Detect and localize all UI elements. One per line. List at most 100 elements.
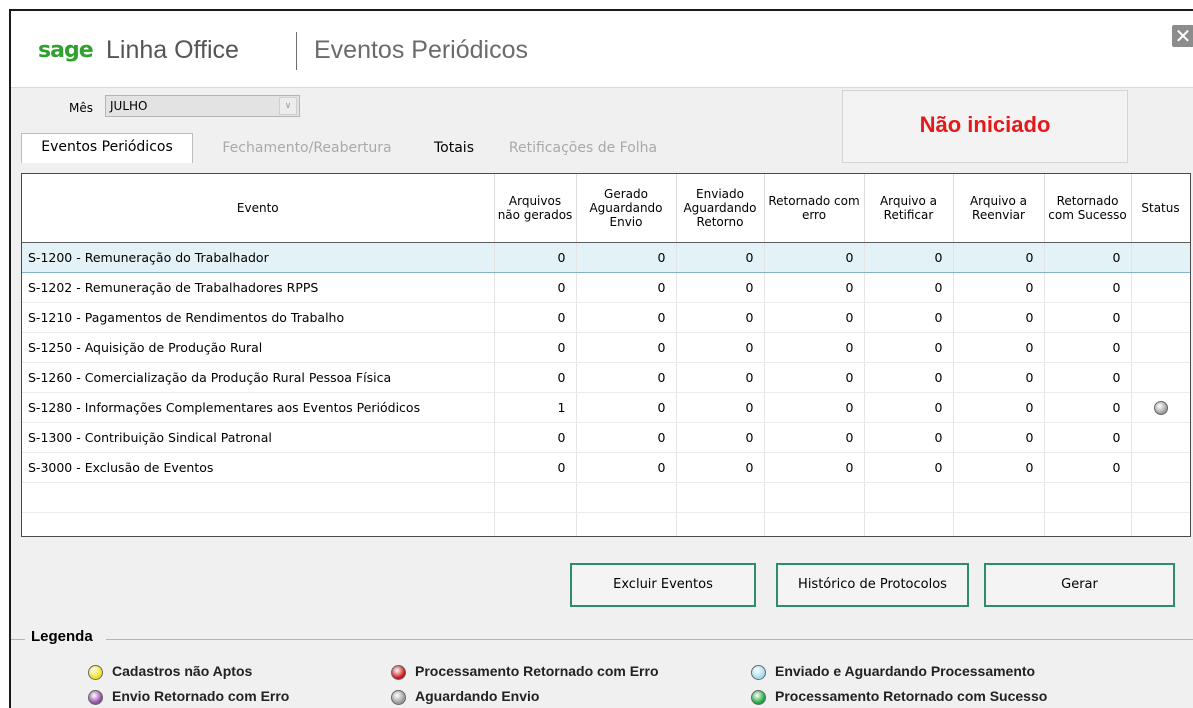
count-cell[interactable]: 0 — [676, 332, 765, 363]
count-cell[interactable]: 0 — [576, 362, 677, 393]
evento-cell[interactable]: S-1260 - Comercialização da Produção Rur… — [22, 362, 495, 393]
status-cell[interactable] — [1131, 332, 1190, 363]
table-row[interactable]: S-1210 - Pagamentos de Rendimentos do Tr… — [22, 302, 1190, 333]
count-cell[interactable]: 0 — [864, 242, 954, 273]
count-cell[interactable]: 0 — [764, 452, 865, 483]
count-cell[interactable]: 0 — [953, 332, 1045, 363]
status-cell[interactable] — [1131, 362, 1190, 393]
count-cell[interactable]: 0 — [864, 452, 954, 483]
status-cell[interactable] — [1131, 242, 1190, 273]
evento-cell[interactable]: S-1202 - Remuneração de Trabalhadores RP… — [22, 272, 495, 303]
count-cell[interactable]: 0 — [864, 302, 954, 333]
column-header[interactable]: Arquivos não gerados — [494, 174, 577, 243]
count-cell[interactable]: 0 — [576, 422, 677, 453]
column-header[interactable]: Evento — [22, 174, 495, 243]
count-cell[interactable]: 0 — [864, 332, 954, 363]
count-cell[interactable]: 0 — [953, 422, 1045, 453]
gerar-button[interactable]: Gerar — [984, 563, 1175, 607]
historico-de-protocolos-button[interactable]: Histórico de Protocolos — [776, 563, 969, 607]
column-header[interactable]: Enviado Aguardando Retorno — [676, 174, 765, 243]
count-cell[interactable]: 0 — [764, 362, 865, 393]
count-cell[interactable]: 0 — [676, 362, 765, 393]
count-cell[interactable]: 0 — [1044, 452, 1132, 483]
tab-retificacoes-de-folha[interactable]: Retificações de Folha — [491, 135, 675, 162]
count-cell[interactable]: 0 — [764, 332, 865, 363]
column-header[interactable]: Retornado com Sucesso — [1044, 174, 1132, 243]
table-row[interactable]: S-1300 - Contribuição Sindical Patronal 0… — [22, 422, 1190, 453]
evento-cell[interactable]: S-1300 - Contribuição Sindical Patronal — [22, 422, 495, 453]
column-header[interactable]: Status — [1131, 174, 1190, 243]
count-cell[interactable]: 0 — [864, 392, 954, 423]
count-cell[interactable]: 0 — [494, 272, 577, 303]
count-cell[interactable]: 0 — [953, 362, 1045, 393]
count-cell[interactable]: 0 — [764, 422, 865, 453]
count-cell[interactable]: 0 — [576, 332, 677, 363]
status-cell[interactable] — [1131, 272, 1190, 303]
table-row[interactable]: S-1280 - Informações Complementares aos … — [22, 392, 1190, 423]
status-cell[interactable] — [1131, 422, 1190, 453]
tab-fechamento-reabertura[interactable]: Fechamento/Reabertura — [197, 135, 417, 162]
count-cell[interactable]: 0 — [1044, 422, 1132, 453]
close-icon[interactable]: ✕ — [1172, 25, 1193, 47]
status-cell[interactable] — [1131, 302, 1190, 333]
count-cell[interactable]: 0 — [494, 362, 577, 393]
table-row[interactable]: S-1250 - Aquisição de Produção Rural 0 0 0 0… — [22, 332, 1190, 363]
evento-cell[interactable]: S-1210 - Pagamentos de Rendimentos do Tr… — [22, 302, 495, 333]
evento-cell[interactable]: S-1200 - Remuneração do Trabalhador — [22, 242, 495, 273]
count-cell[interactable]: 0 — [494, 332, 577, 363]
status-cell[interactable] — [1131, 452, 1190, 483]
count-cell[interactable]: 0 — [676, 242, 765, 273]
chevron-down-icon[interactable]: ∨ — [279, 97, 297, 115]
count-cell[interactable]: 0 — [953, 452, 1045, 483]
count-cell[interactable]: 0 — [864, 272, 954, 303]
count-cell[interactable]: 0 — [676, 452, 765, 483]
count-cell[interactable]: 0 — [1044, 242, 1132, 273]
count-cell[interactable]: 0 — [864, 362, 954, 393]
count-cell[interactable]: 0 — [676, 272, 765, 303]
count-cell[interactable]: 0 — [576, 272, 677, 303]
status-cell[interactable] — [1131, 392, 1190, 423]
column-header[interactable]: Arquivo a Reenviar — [953, 174, 1045, 243]
count-cell[interactable]: 0 — [494, 422, 577, 453]
column-header[interactable]: Retornado com erro — [764, 174, 865, 243]
count-cell[interactable]: 0 — [1044, 332, 1132, 363]
tab-eventos-periodicos[interactable]: Eventos Periódicos — [21, 133, 193, 163]
count-cell[interactable]: 0 — [953, 242, 1045, 273]
excluir-eventos-button[interactable]: Excluir Eventos — [570, 563, 756, 607]
count-cell[interactable]: 0 — [576, 302, 677, 333]
count-cell[interactable]: 0 — [864, 422, 954, 453]
count-cell[interactable]: 0 — [1044, 392, 1132, 423]
column-header[interactable]: Arquivo a Retificar — [864, 174, 954, 243]
count-cell[interactable]: 0 — [494, 452, 577, 483]
column-header[interactable]: Gerado Aguardando Envio — [576, 174, 677, 243]
count-cell[interactable]: 0 — [494, 242, 577, 273]
count-cell[interactable]: 0 — [576, 242, 677, 273]
count-cell[interactable]: 0 — [953, 272, 1045, 303]
evento-cell[interactable]: S-1280 - Informações Complementares aos … — [22, 392, 495, 423]
count-cell[interactable]: 0 — [764, 392, 865, 423]
month-select[interactable]: JULHO ∨ — [105, 95, 300, 117]
evento-cell[interactable]: S-3000 - Exclusão de Eventos — [22, 452, 495, 483]
count-cell[interactable]: 0 — [764, 302, 865, 333]
count-cell[interactable]: 0 — [494, 302, 577, 333]
count-cell[interactable]: 0 — [576, 452, 677, 483]
count-cell[interactable]: 0 — [576, 392, 677, 423]
evento-cell[interactable]: S-1250 - Aquisição de Produção Rural — [22, 332, 495, 363]
count-cell[interactable]: 0 — [953, 392, 1045, 423]
count-cell[interactable]: 0 — [953, 302, 1045, 333]
events-grid[interactable]: Evento Arquivos não gerados Gerado Aguar… — [21, 173, 1191, 537]
table-row[interactable]: S-1260 - Comercialização da Produção Rur… — [22, 362, 1190, 393]
count-cell[interactable]: 0 — [1044, 362, 1132, 393]
count-cell[interactable]: 0 — [1044, 272, 1132, 303]
table-row[interactable]: S-3000 - Exclusão de Eventos 0 0 0 0 0 0 0 — [22, 452, 1190, 483]
count-cell[interactable]: 0 — [764, 242, 865, 273]
table-row[interactable]: S-1200 - Remuneração do Trabalhador 0 0 0 0 0… — [22, 242, 1190, 273]
count-cell[interactable]: 0 — [676, 392, 765, 423]
count-cell[interactable]: 0 — [764, 272, 865, 303]
count-cell[interactable]: 0 — [1044, 302, 1132, 333]
table-row[interactable]: S-1202 - Remuneração de Trabalhadores RP… — [22, 272, 1190, 303]
count-cell[interactable]: 0 — [676, 302, 765, 333]
count-cell[interactable]: 0 — [676, 422, 765, 453]
tab-totais[interactable]: Totais — [419, 135, 489, 162]
count-cell[interactable]: 1 — [494, 392, 577, 423]
